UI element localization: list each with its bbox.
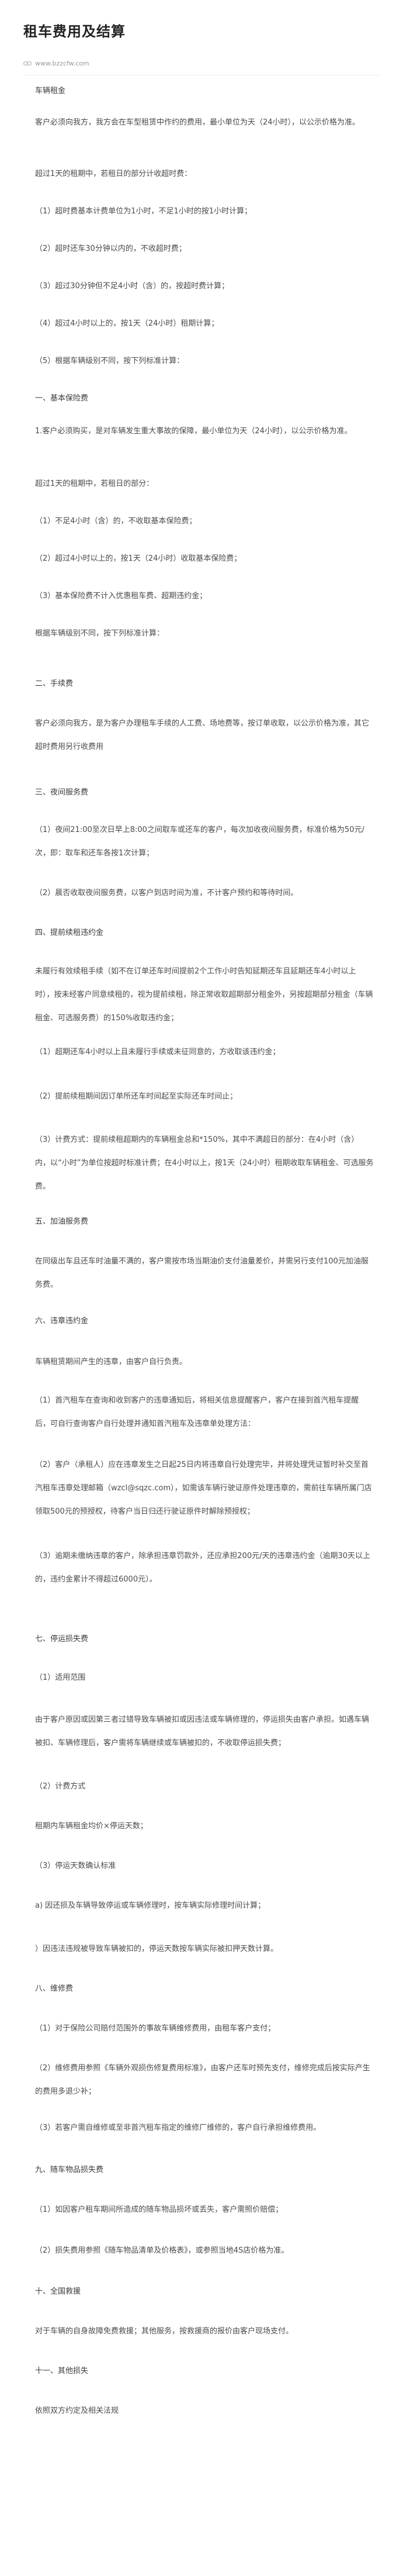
article-page: 租车费用及结算 www.bzzcfw.com 车辆租金 客户必须向我方，我方会在… xyxy=(0,0,403,2576)
paragraph: 1.客户必须购买，是对车辆发生重大事故的保障，最小单位为天（24小时），以公示价… xyxy=(35,427,352,436)
page-title: 租车费用及结算 xyxy=(23,23,126,40)
paragraph-heading: 车辆租金 xyxy=(35,87,66,95)
section-heading: 十、全国救援 xyxy=(35,2287,81,2296)
paragraph: 车辆租赁期间产生的违章，由客户自行负责。 xyxy=(35,1358,187,1366)
paragraph: （1）适用范围 xyxy=(35,1673,86,1682)
paragraph: 客户必须向我方，我方会在车型租赁中作约的费用，最小单位为天（24小时），以公示价… xyxy=(35,118,360,127)
section-heading: 四、提前续租违约金 xyxy=(35,928,104,937)
paragraph: 超过1天的租期中，若租日的部分计收超时费： xyxy=(35,170,192,178)
paragraph: （3）超过30分钟但不足4小时（含）的，按超时费计算； xyxy=(35,282,230,291)
paragraph: ）因违法违规被导致车辆被扣的，停运天数按车辆实际被扣押天数计算。 xyxy=(35,1945,279,1953)
paragraph: a) 因还损及车辆导致停运或车辆修理时，按车辆实际修理时间计算； xyxy=(35,1901,266,1910)
paragraph: （2）损失费用参照《随车物品清单及价格表》，或参照当地4S店价格为准。 xyxy=(35,2246,289,2255)
paragraph: （3）若客户需自维修或至非首汽租车指定的维修厂维修的，客户自行承担维修费用。 xyxy=(35,2123,321,2132)
paragraph: （2）晨否收取夜间服务费，以客户到店时间为准，不计客户预约和等待时间。 xyxy=(35,889,298,897)
section-heading: 一、基本保险费 xyxy=(35,394,89,403)
paragraph: （3）停运天数确认标准 xyxy=(35,1862,116,1870)
paragraph: （1）夜间21:00至次日早上8:00之间取车或还车的客户，每次加收夜间服务费，… xyxy=(35,826,364,858)
link-icon xyxy=(23,61,32,66)
section-heading: 五、加油服务费 xyxy=(35,1217,89,1226)
paragraph: （1）超时费基本计费单位为1小时，不足1小时的按1小时计算； xyxy=(35,207,252,216)
paragraph: （2）客户（承租人）应在违章发生之日起25日内将违章自行处理完毕，并将处理凭证暂… xyxy=(35,1460,372,1516)
paragraph: 客户必须向我方，是为客户办理租车手续的人工费、场地费等，按订单收取，以公示价格为… xyxy=(35,719,370,751)
paragraph: 由于客户原因或因第三者过错导致车辆被扣或因违法或车辆修理的，停运损失由客户承担。… xyxy=(35,1715,370,1748)
section-heading: 七、停运损失费 xyxy=(35,1635,89,1643)
paragraph: 对于车辆的自身故障免费救援；其他服务，按救援商的报价由客户现场支付。 xyxy=(35,2327,294,2336)
paragraph: （3）逾期未缴纳违章的客户，除承担违章罚款外，还应承担200元/天的违章违约金（… xyxy=(35,1552,371,1584)
paragraph: 依照双方约定及相关法规 xyxy=(35,2406,119,2415)
paragraph: （2）超时还车30分钟以内的，不收超时费； xyxy=(35,244,186,253)
paragraph: （1）首汽租车在查询和收到客户的违章通知后，将相关信息提醒客户，客户在接到首汽租… xyxy=(35,1396,359,1428)
section-heading: 六、违章违约金 xyxy=(35,1317,89,1325)
paragraph: （5）根据车辆级别不同，按下列标准计算： xyxy=(35,357,185,365)
source-line: www.bzzcfw.com xyxy=(23,57,89,69)
paragraph: （3）计费方式：提前续租超期内的车辆租金总和*150%，其中不满超日的部分：在4… xyxy=(35,1135,374,1191)
paragraph: （4）超过4小时以上的，按1天（24小时）租期计算； xyxy=(35,319,219,328)
section-heading: 三、夜间服务费 xyxy=(35,788,89,797)
paragraph: 在同级出车且还车时油量不满的，客户需按市场当期油价支付油量差价，并需另行支付10… xyxy=(35,1257,369,1289)
paragraph: （1）超期还车4小时以上且未履行手续或未征同意的，方收取该违约金； xyxy=(35,1048,280,1056)
paragraph: （1）对于保险公司赔付范围外的事故车辆维修费用，由租车客户支付； xyxy=(35,2024,276,2033)
paragraph: 超过1天的租期中，若租日的部分： xyxy=(35,479,154,488)
source-link[interactable]: www.bzzcfw.com xyxy=(35,60,89,67)
paragraph: 未履行有效续租手续（如不在订单还车时间提前2个工作小时告知延期还车且延期还车4小… xyxy=(35,967,373,1023)
paragraph: （1）如因客户租车期间所造成的随车物品损坏或丢失，客户需照价赔偿； xyxy=(35,2205,283,2214)
section-heading: 十一、其他损失 xyxy=(35,2367,89,2375)
paragraph: 租期内车辆租金均价×停运天数； xyxy=(35,1822,148,1831)
paragraph: （1）不足4小时（含）的，不收取基本保险费； xyxy=(35,517,197,526)
paragraph: （2）维修费用参照《车辆外观损伤修复费用标准》，由客户还车时预先支付，维修完成后… xyxy=(35,2064,370,2096)
paragraph: （2）计费方式 xyxy=(35,1782,86,1791)
paragraph: 根据车辆级别不同，按下列标准计算： xyxy=(35,629,165,638)
section-heading: 二、手续费 xyxy=(35,679,74,688)
paragraph: （2）超过4小时以上的，按1天（24小时）收取基本保险费； xyxy=(35,554,242,563)
paragraph: （3）基本保险费不计入优惠租车费、超期违约金； xyxy=(35,592,207,600)
section-heading: 八、维修费 xyxy=(35,1984,74,1993)
paragraph: （2）提前续租期间因订单所还车时间起至实际还车时间止； xyxy=(35,1092,238,1101)
section-heading: 九、随车物品损失费 xyxy=(35,2166,104,2174)
